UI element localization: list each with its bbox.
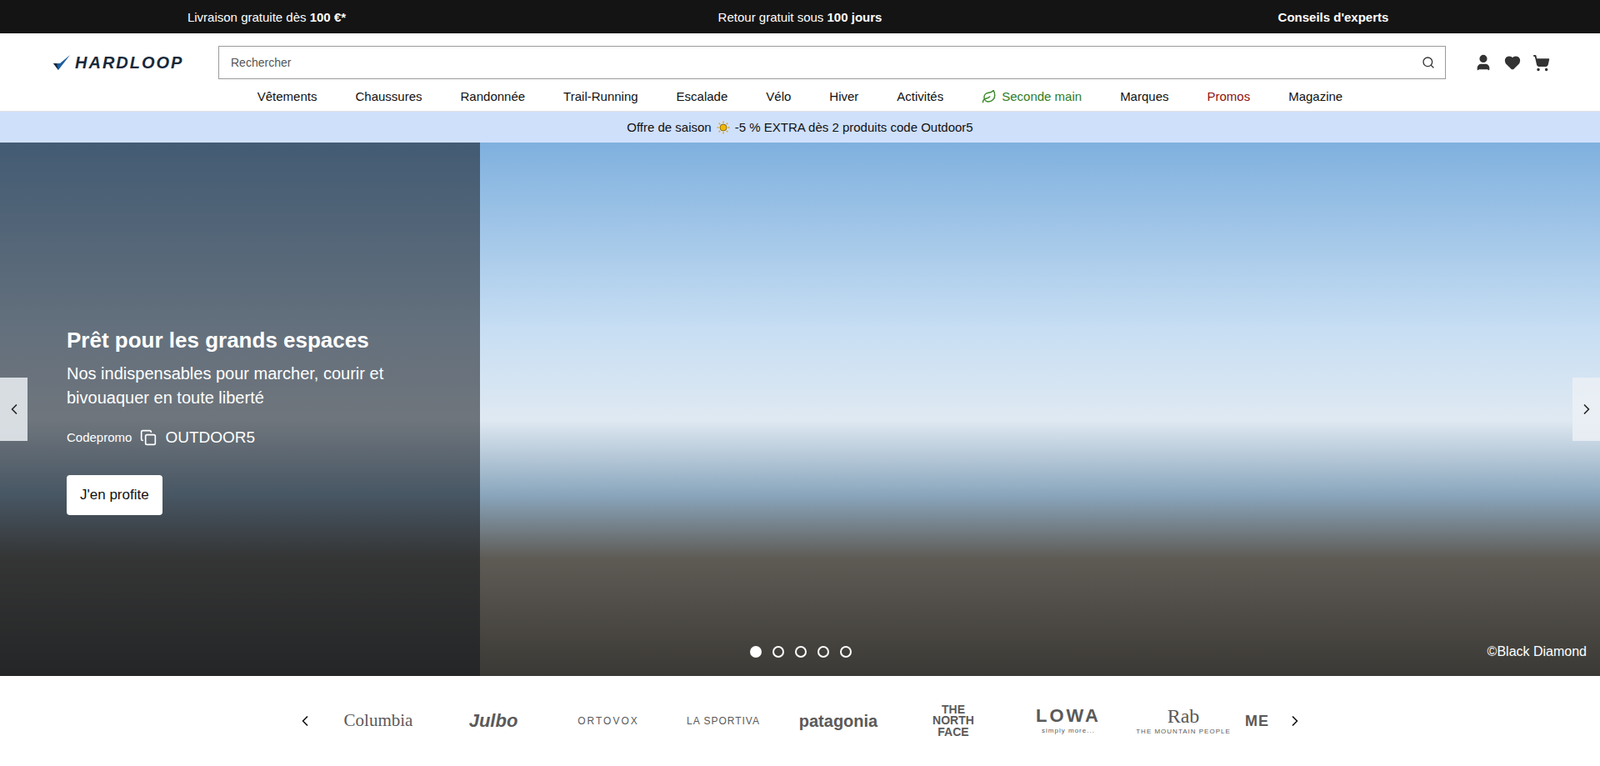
brand-logo[interactable]: LA SPORTIVA	[670, 715, 777, 726]
search-box	[218, 45, 1446, 80]
brand-name: patagonia	[799, 712, 878, 730]
top-bar-item: Retour gratuit sous 100 jours	[533, 10, 1067, 25]
brand-name: Columbia	[344, 711, 414, 730]
chevron-left-icon	[5, 400, 23, 418]
brand-logo[interactable]: LOWA simply more...	[1015, 706, 1122, 735]
logo[interactable]: HARDLOOP	[51, 53, 199, 73]
page: Livraison gratuite dès 100 €*Retour grat…	[0, 0, 1600, 766]
slide-dots	[750, 645, 852, 658]
nav-item[interactable]: Randonnée	[460, 89, 526, 104]
logo-mark-icon	[51, 53, 72, 72]
brand-name: Julbo	[469, 711, 519, 730]
cart-icon[interactable]	[1532, 54, 1550, 72]
search-icon[interactable]	[1421, 55, 1435, 70]
nav-item[interactable]: Promos	[1206, 89, 1250, 104]
search-input[interactable]	[229, 55, 1415, 70]
promo-code: Codepromo OUTDOOR5	[66, 428, 480, 447]
top-bar-item: Conseils d'experts	[1066, 10, 1600, 25]
next-slide-button[interactable]	[1572, 377, 1600, 441]
chevron-left-icon	[296, 712, 314, 730]
copy-icon[interactable]	[140, 429, 157, 446]
brand-logo[interactable]: THE NORTH FACE	[900, 704, 1007, 738]
promo-bar: Offre de saison -5 % EXTRA dès 2 produits…	[0, 111, 1600, 143]
nav-item[interactable]: Vêtements	[257, 89, 318, 104]
top-bar-text: Conseils d'experts	[1278, 10, 1390, 25]
brands-prev-button[interactable]	[291, 712, 319, 730]
promo-text: -5 % EXTRA dès 2 produits code Outdoor5	[735, 120, 974, 135]
nav-item[interactable]: Escalade	[676, 89, 729, 104]
brand-name: LOWA	[1035, 706, 1101, 725]
brand-name: ORTOVOX	[577, 715, 640, 726]
brand-logo[interactable]: patagonia	[785, 712, 892, 730]
hero-banner: Prêt pour les grands espaces Nos indispen…	[0, 142, 1600, 676]
brand-logo[interactable]: Rab THE MOUNTAIN PEOPLE	[1130, 705, 1237, 735]
brand-name: THE NORTH FACE	[921, 704, 985, 738]
promo-code-value: OUTDOOR5	[165, 428, 255, 447]
chevron-right-icon	[1578, 400, 1595, 418]
photo-credit: ©Black Diamond	[1487, 644, 1587, 660]
brand-tagline: THE MOUNTAIN PEOPLE	[1135, 728, 1231, 735]
chevron-right-icon	[1286, 712, 1304, 730]
header: HARDLOOP	[0, 33, 1600, 85]
brand-logo[interactable]: ORTOVOX	[555, 715, 662, 726]
brand-logo[interactable]: ME	[1245, 713, 1275, 729]
nav-item[interactable]: Trail-Running	[563, 89, 638, 104]
sun-icon	[716, 120, 730, 135]
hero-panel: Prêt pour les grands espaces Nos indispen…	[0, 142, 480, 676]
nav-item[interactable]: Seconde main	[981, 89, 1082, 105]
top-bar: Livraison gratuite dès 100 €*Retour grat…	[0, 0, 1600, 34]
hero-subtitle: Nos indispensables pour marcher, courir …	[66, 361, 459, 410]
top-bar-text: 100 jours	[827, 10, 883, 25]
nav-item[interactable]: Marques	[1120, 89, 1169, 104]
main-nav: Vêtements Chaussures Randonnée Trail-Runnin…	[0, 85, 1600, 112]
slide-dot[interactable]	[840, 645, 852, 658]
slide-dot[interactable]	[817, 645, 830, 658]
slide-dot[interactable]	[795, 645, 807, 658]
wishlist-icon[interactable]	[1504, 54, 1521, 71]
brand-name: ME	[1245, 713, 1270, 729]
nav-item[interactable]: Activités	[896, 89, 944, 104]
brands-next-button[interactable]	[1281, 712, 1309, 730]
hero-title: Prêt pour les grands espaces	[66, 327, 480, 354]
header-icons	[1474, 53, 1550, 72]
brand-strip: Columbia Julbo ORTOVOX LA SPORTIVA patagonia…	[0, 675, 1600, 766]
brand-tagline: simply more...	[1041, 727, 1095, 735]
nav-item[interactable]: Chaussures	[355, 89, 422, 104]
prev-slide-button[interactable]	[0, 377, 28, 441]
top-bar-item: Livraison gratuite dès 100 €*	[0, 10, 534, 25]
brand-list: Columbia Julbo ORTOVOX LA SPORTIVA patagonia…	[325, 704, 1275, 738]
nav-item[interactable]: Vélo	[765, 89, 791, 104]
account-icon[interactable]	[1474, 53, 1493, 72]
top-bar-text: Retour gratuit sous	[718, 10, 828, 25]
top-bar-text: 100 €*	[310, 10, 346, 25]
nav-item[interactable]: Magazine	[1288, 89, 1343, 104]
brand-logo[interactable]: Julbo	[440, 711, 547, 730]
brand-logo[interactable]: Columbia	[325, 711, 432, 730]
promo-text: Offre de saison	[626, 120, 711, 135]
leaf-icon	[981, 89, 997, 105]
slide-dot[interactable]	[772, 645, 785, 658]
top-bar-text: Livraison gratuite dès	[187, 10, 310, 25]
slide-dot[interactable]	[750, 645, 762, 658]
promo-code-label: Codepromo	[66, 430, 132, 445]
brand-name: Rab	[1167, 705, 1200, 726]
brand-name: LA SPORTIVA	[686, 715, 760, 726]
nav-item[interactable]: Hiver	[829, 89, 859, 104]
hero-button[interactable]: J'en profite	[66, 475, 163, 515]
